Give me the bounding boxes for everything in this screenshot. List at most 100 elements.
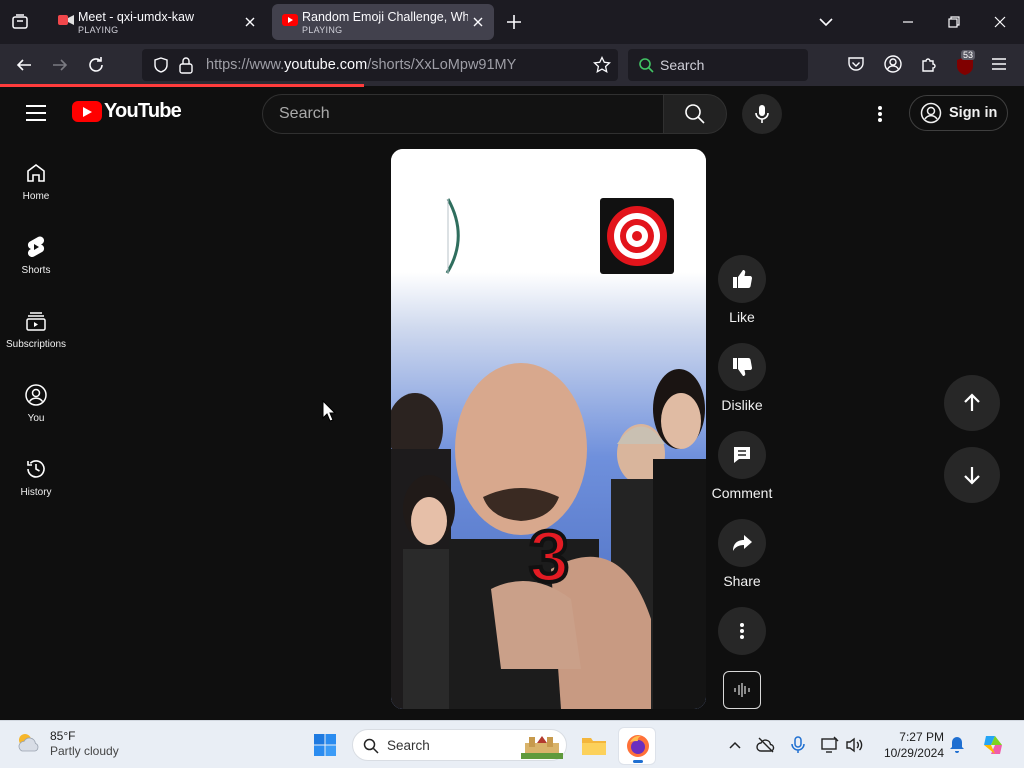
url-bar[interactable]: https://www.youtube.com/shorts/XxLoMpw91… — [142, 49, 618, 81]
sidebar-item-shorts[interactable]: Shorts — [0, 227, 72, 297]
sidebar-item-history[interactable]: History — [0, 449, 72, 519]
windows-taskbar: 85°F Partly cloudy Search 7:27 PM 10/29/… — [0, 720, 1024, 768]
file-explorer-icon[interactable] — [580, 731, 608, 759]
minimize-icon[interactable] — [898, 12, 918, 32]
active-app-indicator — [633, 760, 643, 763]
browser-nav-bar: https://www.youtube.com/shorts/XxLoMpw91… — [0, 44, 1024, 86]
url-host: youtube.com — [284, 57, 368, 73]
weather-condition: Partly cloudy — [50, 744, 119, 758]
like-button[interactable] — [718, 255, 766, 303]
taskbar-search-box[interactable]: Search — [352, 729, 567, 761]
share-arrow-icon — [733, 535, 752, 551]
home-icon — [27, 164, 45, 182]
volume-icon[interactable] — [844, 735, 864, 755]
dislike-button[interactable] — [718, 343, 766, 391]
windows-start-icon[interactable] — [313, 733, 337, 757]
url-prefix: https://www. — [206, 57, 285, 73]
browser-search-placeholder: Search — [660, 57, 705, 73]
comment-icon — [734, 447, 750, 463]
tab-youtube[interactable]: Random Emoji Challenge, Who PLAYING — [272, 4, 494, 40]
tab-title: Meet - qxi-umdx-kaw — [78, 10, 194, 24]
thumbs-up-icon — [733, 270, 753, 289]
search-engine-icon — [639, 58, 654, 73]
notification-bell-icon[interactable] — [947, 735, 967, 755]
share-label: Share — [723, 573, 761, 589]
sidebar-item-label: Subscriptions — [5, 339, 67, 350]
close-window-icon[interactable] — [990, 12, 1010, 32]
youtube-logo[interactable]: YouTube — [72, 100, 182, 123]
extensions-puzzle-icon[interactable] — [919, 54, 939, 74]
taskbar-clock[interactable]: 7:27 PM 10/29/2024 — [872, 729, 944, 761]
youtube-icon — [282, 14, 298, 26]
weather-widget[interactable]: 85°F Partly cloudy — [14, 729, 119, 759]
video-overlay-number: 3 — [529, 517, 569, 597]
next-short-button[interactable] — [944, 447, 1000, 503]
ublock-extension-button[interactable]: 53 — [953, 50, 977, 76]
cloud-offline-icon[interactable] — [756, 735, 776, 755]
forward-button[interactable] — [49, 54, 71, 76]
youtube-search-button[interactable] — [663, 94, 727, 134]
close-tab-icon[interactable] — [470, 14, 486, 30]
clock-time: 7:27 PM — [899, 730, 944, 744]
bookmark-star-icon[interactable] — [593, 56, 611, 74]
account-circle-icon — [920, 102, 942, 124]
youtube-search-input[interactable]: Search — [262, 94, 664, 134]
tab-playing-label: PLAYING — [302, 25, 343, 35]
hamburger-menu-icon[interactable] — [24, 103, 48, 123]
voice-search-button[interactable] — [742, 94, 782, 134]
search-icon — [363, 738, 379, 754]
sign-in-button[interactable]: Sign in — [909, 95, 1008, 131]
sidebar-item-you[interactable]: You — [0, 375, 72, 445]
browser-search-bar[interactable]: Search — [628, 49, 808, 81]
close-tab-icon[interactable] — [242, 14, 258, 30]
back-arrow-icon — [16, 59, 31, 71]
comment-button[interactable] — [718, 431, 766, 479]
you-profile-icon — [25, 384, 47, 406]
microphone-icon — [755, 105, 769, 123]
arrow-up-icon — [964, 393, 980, 411]
sidebar-item-home[interactable]: Home — [0, 153, 72, 223]
restore-icon[interactable] — [944, 12, 964, 32]
back-button[interactable] — [13, 54, 35, 76]
sidebar-item-label: Shorts — [21, 265, 51, 276]
copilot-icon[interactable] — [980, 732, 1006, 758]
video-frame-image: 3 — [391, 149, 706, 709]
lock-icon[interactable] — [178, 56, 194, 74]
pocket-icon[interactable] — [847, 55, 865, 73]
meet-icon — [58, 15, 74, 25]
mouse-cursor-icon — [322, 400, 336, 422]
sidebar-item-label: History — [20, 487, 52, 498]
reload-button[interactable] — [85, 54, 107, 76]
clock-date: 10/29/2024 — [883, 746, 944, 760]
tab-list-icon[interactable] — [8, 10, 32, 34]
more-actions-button[interactable] — [718, 607, 766, 655]
network-monitor-icon[interactable] — [820, 735, 840, 755]
youtube-wordmark: YouTube — [104, 100, 182, 122]
comment-label: Comment — [711, 485, 773, 501]
sidebar-item-subscriptions[interactable]: Subscriptions — [0, 301, 72, 371]
subscriptions-icon — [26, 312, 46, 331]
sound-button[interactable] — [723, 671, 761, 709]
history-icon — [27, 460, 45, 478]
tab-meet[interactable]: Meet - qxi-umdx-kaw PLAYING — [48, 4, 266, 40]
youtube-page: YouTube Search Sign in Home Shorts Subsc… — [0, 87, 1024, 720]
youtube-search-placeholder: Search — [279, 105, 330, 122]
partly-cloudy-icon — [18, 734, 39, 752]
forward-arrow-icon — [53, 59, 68, 71]
account-icon[interactable] — [883, 54, 903, 74]
share-button[interactable] — [718, 519, 766, 567]
audio-waveform-icon — [734, 683, 750, 697]
firefox-taskbar-button[interactable] — [618, 727, 656, 765]
tab-overflow-chevron-icon[interactable] — [816, 12, 836, 32]
app-menu-icon[interactable] — [990, 55, 1008, 73]
browser-tab-bar: Meet - qxi-umdx-kaw PLAYING Random Emoji… — [0, 0, 1024, 44]
new-tab-icon[interactable] — [504, 12, 524, 32]
short-video-player[interactable]: 3 — [391, 149, 706, 709]
sidebar-item-label: You — [27, 413, 45, 424]
show-hidden-icons-chevron-icon[interactable] — [725, 735, 745, 755]
shield-icon[interactable] — [152, 56, 170, 74]
youtube-play-icon — [72, 101, 102, 122]
settings-more-button[interactable] — [868, 102, 892, 126]
microphone-in-use-icon[interactable] — [788, 735, 808, 755]
previous-short-button[interactable] — [944, 375, 1000, 431]
